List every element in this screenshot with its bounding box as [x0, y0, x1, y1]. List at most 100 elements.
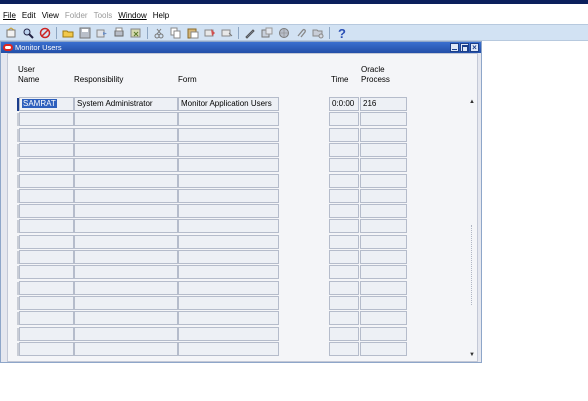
cell-oracle-process[interactable] [360, 295, 407, 310]
maximize-icon[interactable] [460, 43, 469, 52]
cell-oracle-process[interactable] [360, 250, 407, 264]
cell-user-name[interactable] [19, 142, 74, 157]
cell-oracle-process[interactable] [360, 219, 407, 234]
delete-record-icon[interactable] [221, 27, 233, 39]
cell-time[interactable] [329, 204, 359, 219]
cell-responsibility[interactable] [74, 127, 178, 142]
cell-user-name[interactable] [19, 265, 74, 280]
cell-responsibility[interactable] [74, 265, 178, 280]
cell-oracle-process[interactable] [360, 265, 407, 280]
cell-oracle-process[interactable] [360, 112, 407, 127]
cell-time[interactable] [329, 112, 359, 127]
cut-icon[interactable] [153, 27, 165, 39]
menu-view[interactable]: View [42, 11, 59, 20]
cell-form[interactable] [178, 295, 279, 310]
cell-user-name[interactable] [19, 295, 74, 310]
cell-responsibility[interactable] [74, 341, 178, 356]
cell-time[interactable] [329, 219, 359, 234]
cell-form[interactable] [178, 265, 279, 280]
edit-field-icon[interactable] [244, 27, 256, 39]
cell-responsibility[interactable] [74, 326, 178, 341]
cell-user-name[interactable] [19, 112, 74, 127]
cell-oracle-process[interactable] [360, 142, 407, 157]
vertical-scrollbar[interactable]: ▲ ▼ [467, 97, 477, 360]
cell-time[interactable] [329, 280, 359, 295]
scroll-track[interactable] [471, 225, 473, 305]
cell-form[interactable] [178, 219, 279, 234]
menu-edit[interactable]: Edit [22, 11, 36, 20]
menu-folder[interactable]: Folder [65, 11, 88, 20]
cell-form[interactable] [178, 204, 279, 219]
cell-form[interactable] [178, 158, 279, 173]
paste-icon[interactable] [187, 27, 199, 39]
translations-icon[interactable] [278, 27, 290, 39]
cell-time[interactable] [329, 265, 359, 280]
new-icon[interactable] [5, 27, 17, 39]
menu-window[interactable]: Window [118, 11, 146, 20]
cell-responsibility[interactable] [74, 204, 178, 219]
cell-responsibility[interactable] [74, 250, 178, 264]
cell-user-name[interactable] [19, 326, 74, 341]
scroll-down-icon[interactable]: ▼ [468, 352, 476, 358]
cell-oracle-process[interactable]: 216 [360, 97, 407, 111]
attachments-icon[interactable] [295, 27, 307, 39]
cell-responsibility[interactable] [74, 219, 178, 234]
cell-time[interactable] [329, 188, 359, 203]
cell-user-name[interactable] [19, 204, 74, 219]
minimize-icon[interactable] [450, 43, 459, 52]
cell-form[interactable] [178, 127, 279, 142]
print-icon[interactable] [113, 27, 125, 39]
cell-form[interactable] [178, 188, 279, 203]
cell-responsibility[interactable] [74, 188, 178, 203]
cell-form[interactable] [178, 173, 279, 188]
cell-time[interactable] [329, 234, 359, 249]
cell-oracle-process[interactable] [360, 158, 407, 173]
cell-time[interactable]: 0:0:00 [329, 97, 359, 111]
cell-responsibility[interactable] [74, 112, 178, 127]
cell-form[interactable] [178, 142, 279, 157]
cell-responsibility[interactable] [74, 158, 178, 173]
cell-user-name[interactable] [19, 250, 74, 264]
menu-file[interactable]: File [3, 11, 16, 20]
cell-form[interactable] [178, 234, 279, 249]
folder-tools-icon[interactable] [312, 27, 324, 39]
cell-oracle-process[interactable] [360, 280, 407, 295]
cell-oracle-process[interactable] [360, 127, 407, 142]
find-icon[interactable] [22, 27, 34, 39]
cell-time[interactable] [329, 250, 359, 264]
cell-user-name[interactable] [19, 341, 74, 356]
cell-user-name[interactable] [19, 158, 74, 173]
cell-time[interactable] [329, 158, 359, 173]
cancel-icon[interactable] [39, 27, 51, 39]
cell-user-name[interactable] [19, 173, 74, 188]
cell-oracle-process[interactable] [360, 326, 407, 341]
cell-time[interactable] [329, 311, 359, 326]
cell-form[interactable] [178, 250, 279, 264]
cell-responsibility[interactable] [74, 142, 178, 157]
cell-oracle-process[interactable] [360, 341, 407, 356]
cell-responsibility[interactable]: System Administrator [74, 97, 178, 111]
zoom-icon[interactable] [261, 27, 273, 39]
cell-responsibility[interactable] [74, 234, 178, 249]
cell-responsibility[interactable] [74, 311, 178, 326]
cell-user-name[interactable]: SAMRAT [19, 97, 74, 111]
cell-form[interactable] [178, 112, 279, 127]
menu-tools[interactable]: Tools [94, 11, 113, 20]
cell-user-name[interactable] [19, 234, 74, 249]
open-folder-icon[interactable] [62, 27, 74, 39]
cell-time[interactable] [329, 142, 359, 157]
close-icon[interactable]: × [470, 43, 479, 52]
cell-oracle-process[interactable] [360, 188, 407, 203]
cell-user-name[interactable] [19, 280, 74, 295]
cell-responsibility[interactable] [74, 295, 178, 310]
cell-time[interactable] [329, 127, 359, 142]
cell-oracle-process[interactable] [360, 311, 407, 326]
cell-user-name[interactable] [19, 188, 74, 203]
cell-form[interactable] [178, 280, 279, 295]
cell-oracle-process[interactable] [360, 173, 407, 188]
cell-user-name[interactable] [19, 311, 74, 326]
scroll-up-icon[interactable]: ▲ [468, 99, 476, 105]
cell-time[interactable] [329, 341, 359, 356]
cell-oracle-process[interactable] [360, 204, 407, 219]
cell-time[interactable] [329, 295, 359, 310]
